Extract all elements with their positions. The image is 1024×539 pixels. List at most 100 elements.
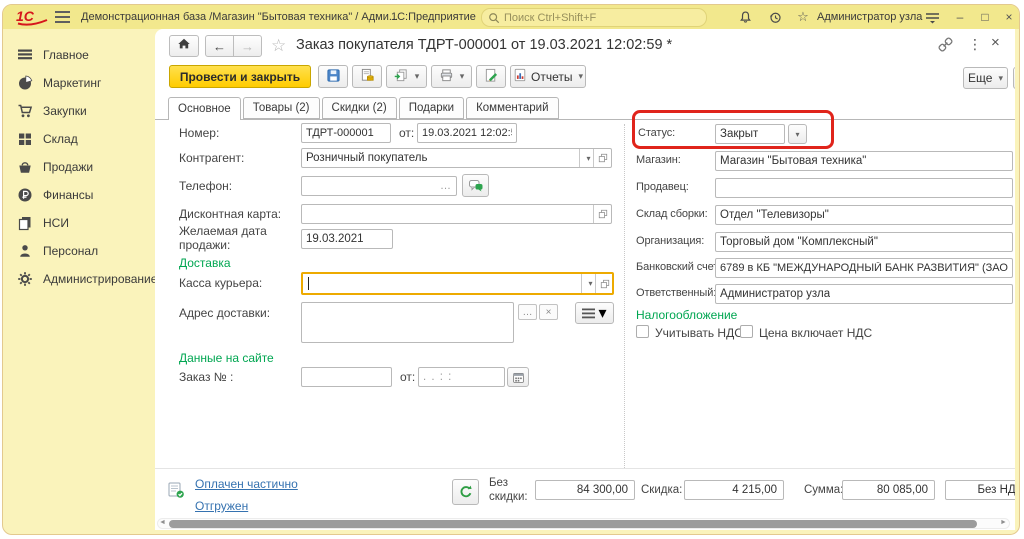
screen: 1С Демонстрационная база /Магазин "Бытов… bbox=[0, 0, 1024, 539]
scroll-left-arrow[interactable]: ◄ bbox=[159, 519, 166, 526]
gross-field[interactable]: 84 300,00 bbox=[535, 480, 635, 500]
home-icon bbox=[177, 37, 191, 55]
print-icon bbox=[439, 68, 454, 86]
choose-ellipsis[interactable]: … bbox=[440, 180, 452, 192]
topbar: 1С Демонстрационная база /Магазин "Бытов… bbox=[3, 5, 1019, 29]
total-field[interactable]: 80 085,00 bbox=[842, 480, 935, 500]
sidebar-item-sales[interactable]: Продажи bbox=[3, 155, 155, 179]
status-field[interactable]: Закрыт bbox=[715, 124, 785, 144]
responsible-label: Ответственный: bbox=[636, 287, 716, 299]
bank-account-field[interactable]: 6789 в КБ "МЕЖДУНАРОДНЫЙ БАНК РАЗВИТИЯ" … bbox=[715, 258, 1013, 278]
save-button[interactable] bbox=[318, 65, 348, 88]
site-date-field[interactable]: . . : : bbox=[418, 367, 505, 387]
current-user[interactable]: Администратор узла bbox=[817, 11, 922, 23]
address-choose-button[interactable]: … bbox=[518, 304, 537, 320]
sidebar-item-main[interactable]: Главное bbox=[3, 43, 155, 67]
form-close-icon[interactable]: × bbox=[991, 34, 1000, 51]
assembly-warehouse-field[interactable]: Отдел "Телевизоры" bbox=[715, 205, 1013, 225]
more-button[interactable]: Еще▾ bbox=[963, 67, 1008, 89]
seller-field[interactable] bbox=[715, 178, 1013, 198]
basket-icon bbox=[17, 159, 33, 175]
phone-field[interactable]: … bbox=[301, 176, 457, 196]
sidebar-item-nsi[interactable]: НСИ bbox=[3, 211, 155, 235]
courier-cash-open-button[interactable] bbox=[595, 274, 613, 293]
sidebar-item-warehouse[interactable]: Склад bbox=[3, 127, 155, 151]
pie-chart-icon bbox=[17, 75, 33, 91]
recalculate-button[interactable] bbox=[452, 479, 479, 505]
clipped-button[interactable] bbox=[1013, 67, 1015, 89]
main-menu-icon[interactable] bbox=[53, 9, 71, 25]
search-placeholder: Поиск Ctrl+Shift+F bbox=[504, 12, 596, 24]
sms-chat-button[interactable] bbox=[462, 174, 489, 197]
vat-mode-field[interactable]: Без НДС bbox=[945, 480, 1015, 500]
counterparty-open-button[interactable] bbox=[593, 149, 611, 167]
organization-field[interactable]: Торговый дом "Комплексный" bbox=[715, 232, 1013, 252]
sidebar-item-finance[interactable]: Финансы bbox=[3, 183, 155, 207]
discount-card-open-button[interactable] bbox=[593, 205, 611, 223]
horizontal-scrollbar-thumb[interactable] bbox=[169, 520, 977, 528]
gross-label: Без скидки: bbox=[489, 477, 535, 504]
delivery-address-textarea[interactable] bbox=[301, 302, 514, 343]
datetime-field[interactable]: 19.03.2021 12:02:59 bbox=[417, 123, 517, 143]
service-settings-icon[interactable] bbox=[923, 9, 941, 25]
vat-checkbox[interactable] bbox=[636, 325, 649, 338]
home-button[interactable] bbox=[169, 35, 199, 57]
print-button[interactable]: ▾ bbox=[431, 65, 472, 88]
shipped-status-link[interactable]: Отгружен bbox=[195, 499, 248, 513]
reports-button[interactable]: Отчеты ▾ bbox=[510, 65, 586, 88]
history-icon[interactable] bbox=[766, 9, 784, 25]
copy-button[interactable]: ▾ bbox=[386, 65, 427, 88]
sidebar-item-purchases[interactable]: Закупки bbox=[3, 99, 155, 123]
address-list-button[interactable]: ▾ bbox=[575, 302, 614, 324]
phone-label: Телефон: bbox=[179, 179, 232, 193]
store-field[interactable]: Магазин "Бытовая техника" bbox=[715, 151, 1013, 171]
site-from-label: от: bbox=[400, 370, 415, 384]
sidebar-item-administration[interactable]: Администрирование bbox=[3, 267, 155, 291]
maximize-button[interactable]: □ bbox=[975, 9, 995, 25]
more-menu-kebab-icon[interactable]: ⋮ bbox=[968, 36, 982, 53]
tab-comment[interactable]: Комментарий bbox=[466, 97, 558, 119]
responsible-field[interactable]: Администратор узла bbox=[715, 284, 1013, 304]
minimize-button[interactable]: – bbox=[950, 9, 970, 25]
open-icon bbox=[597, 152, 609, 164]
discount-card-field[interactable] bbox=[301, 204, 612, 224]
window-close-button[interactable]: × bbox=[999, 9, 1019, 25]
edit-button[interactable] bbox=[476, 65, 506, 88]
nav-forward-button[interactable]: → bbox=[233, 35, 262, 57]
courier-cash-field[interactable]: ▾ bbox=[301, 272, 614, 295]
global-search-input[interactable]: Поиск Ctrl+Shift+F bbox=[481, 8, 707, 27]
number-label: Номер: bbox=[179, 126, 219, 140]
paid-status-link[interactable]: Оплачен частично bbox=[195, 477, 298, 491]
discount-sum-field[interactable]: 4 215,00 bbox=[684, 480, 784, 500]
tab-gifts[interactable]: Подарки bbox=[399, 97, 464, 119]
tab-goods[interactable]: Товары (2) bbox=[243, 97, 320, 119]
sidebar-item-personnel[interactable]: Персонал bbox=[3, 239, 155, 263]
column-separator bbox=[624, 124, 625, 468]
cart-icon bbox=[17, 103, 33, 119]
address-clear-button[interactable]: × bbox=[539, 304, 558, 320]
site-order-field[interactable] bbox=[301, 367, 392, 387]
status-dropdown-button[interactable]: ▾ bbox=[788, 124, 807, 144]
scroll-right-arrow[interactable]: ► bbox=[1000, 519, 1007, 526]
favorite-star-icon[interactable]: ☆ bbox=[271, 37, 286, 54]
notifications-bell-icon[interactable] bbox=[736, 9, 754, 25]
tab-main[interactable]: Основное bbox=[168, 97, 241, 120]
post-document-button[interactable] bbox=[352, 65, 382, 88]
tab-discounts[interactable]: Скидки (2) bbox=[322, 97, 397, 119]
desired-date-field[interactable]: 19.03.2021 bbox=[301, 229, 393, 249]
assembly-warehouse-label: Склад сборки: bbox=[636, 208, 708, 220]
favorites-star-icon[interactable]: ☆ bbox=[794, 9, 812, 25]
discount-card-label: Дисконтная карта: bbox=[179, 207, 281, 221]
nav-back-button[interactable]: ← bbox=[205, 35, 234, 57]
number-field[interactable]: ТДРТ-000001 bbox=[301, 123, 391, 143]
delivery-address-label: Адрес доставки: bbox=[179, 306, 270, 320]
site-date-calendar-button[interactable] bbox=[507, 367, 529, 387]
site-data-section-header: Данные на сайте bbox=[179, 351, 274, 365]
sidebar-item-marketing[interactable]: Маркетинг bbox=[3, 71, 155, 95]
ruble-circle-icon bbox=[17, 187, 33, 203]
order-form-panel: ← → ☆ Заказ покупателя ТДРТ-000001 от 19… bbox=[155, 29, 1015, 530]
get-link-icon[interactable] bbox=[938, 37, 954, 53]
price-includes-vat-checkbox[interactable] bbox=[740, 325, 753, 338]
post-and-close-button[interactable]: Провести и закрыть bbox=[169, 65, 311, 88]
counterparty-field[interactable]: Розничный покупатель ▾ bbox=[301, 148, 612, 168]
